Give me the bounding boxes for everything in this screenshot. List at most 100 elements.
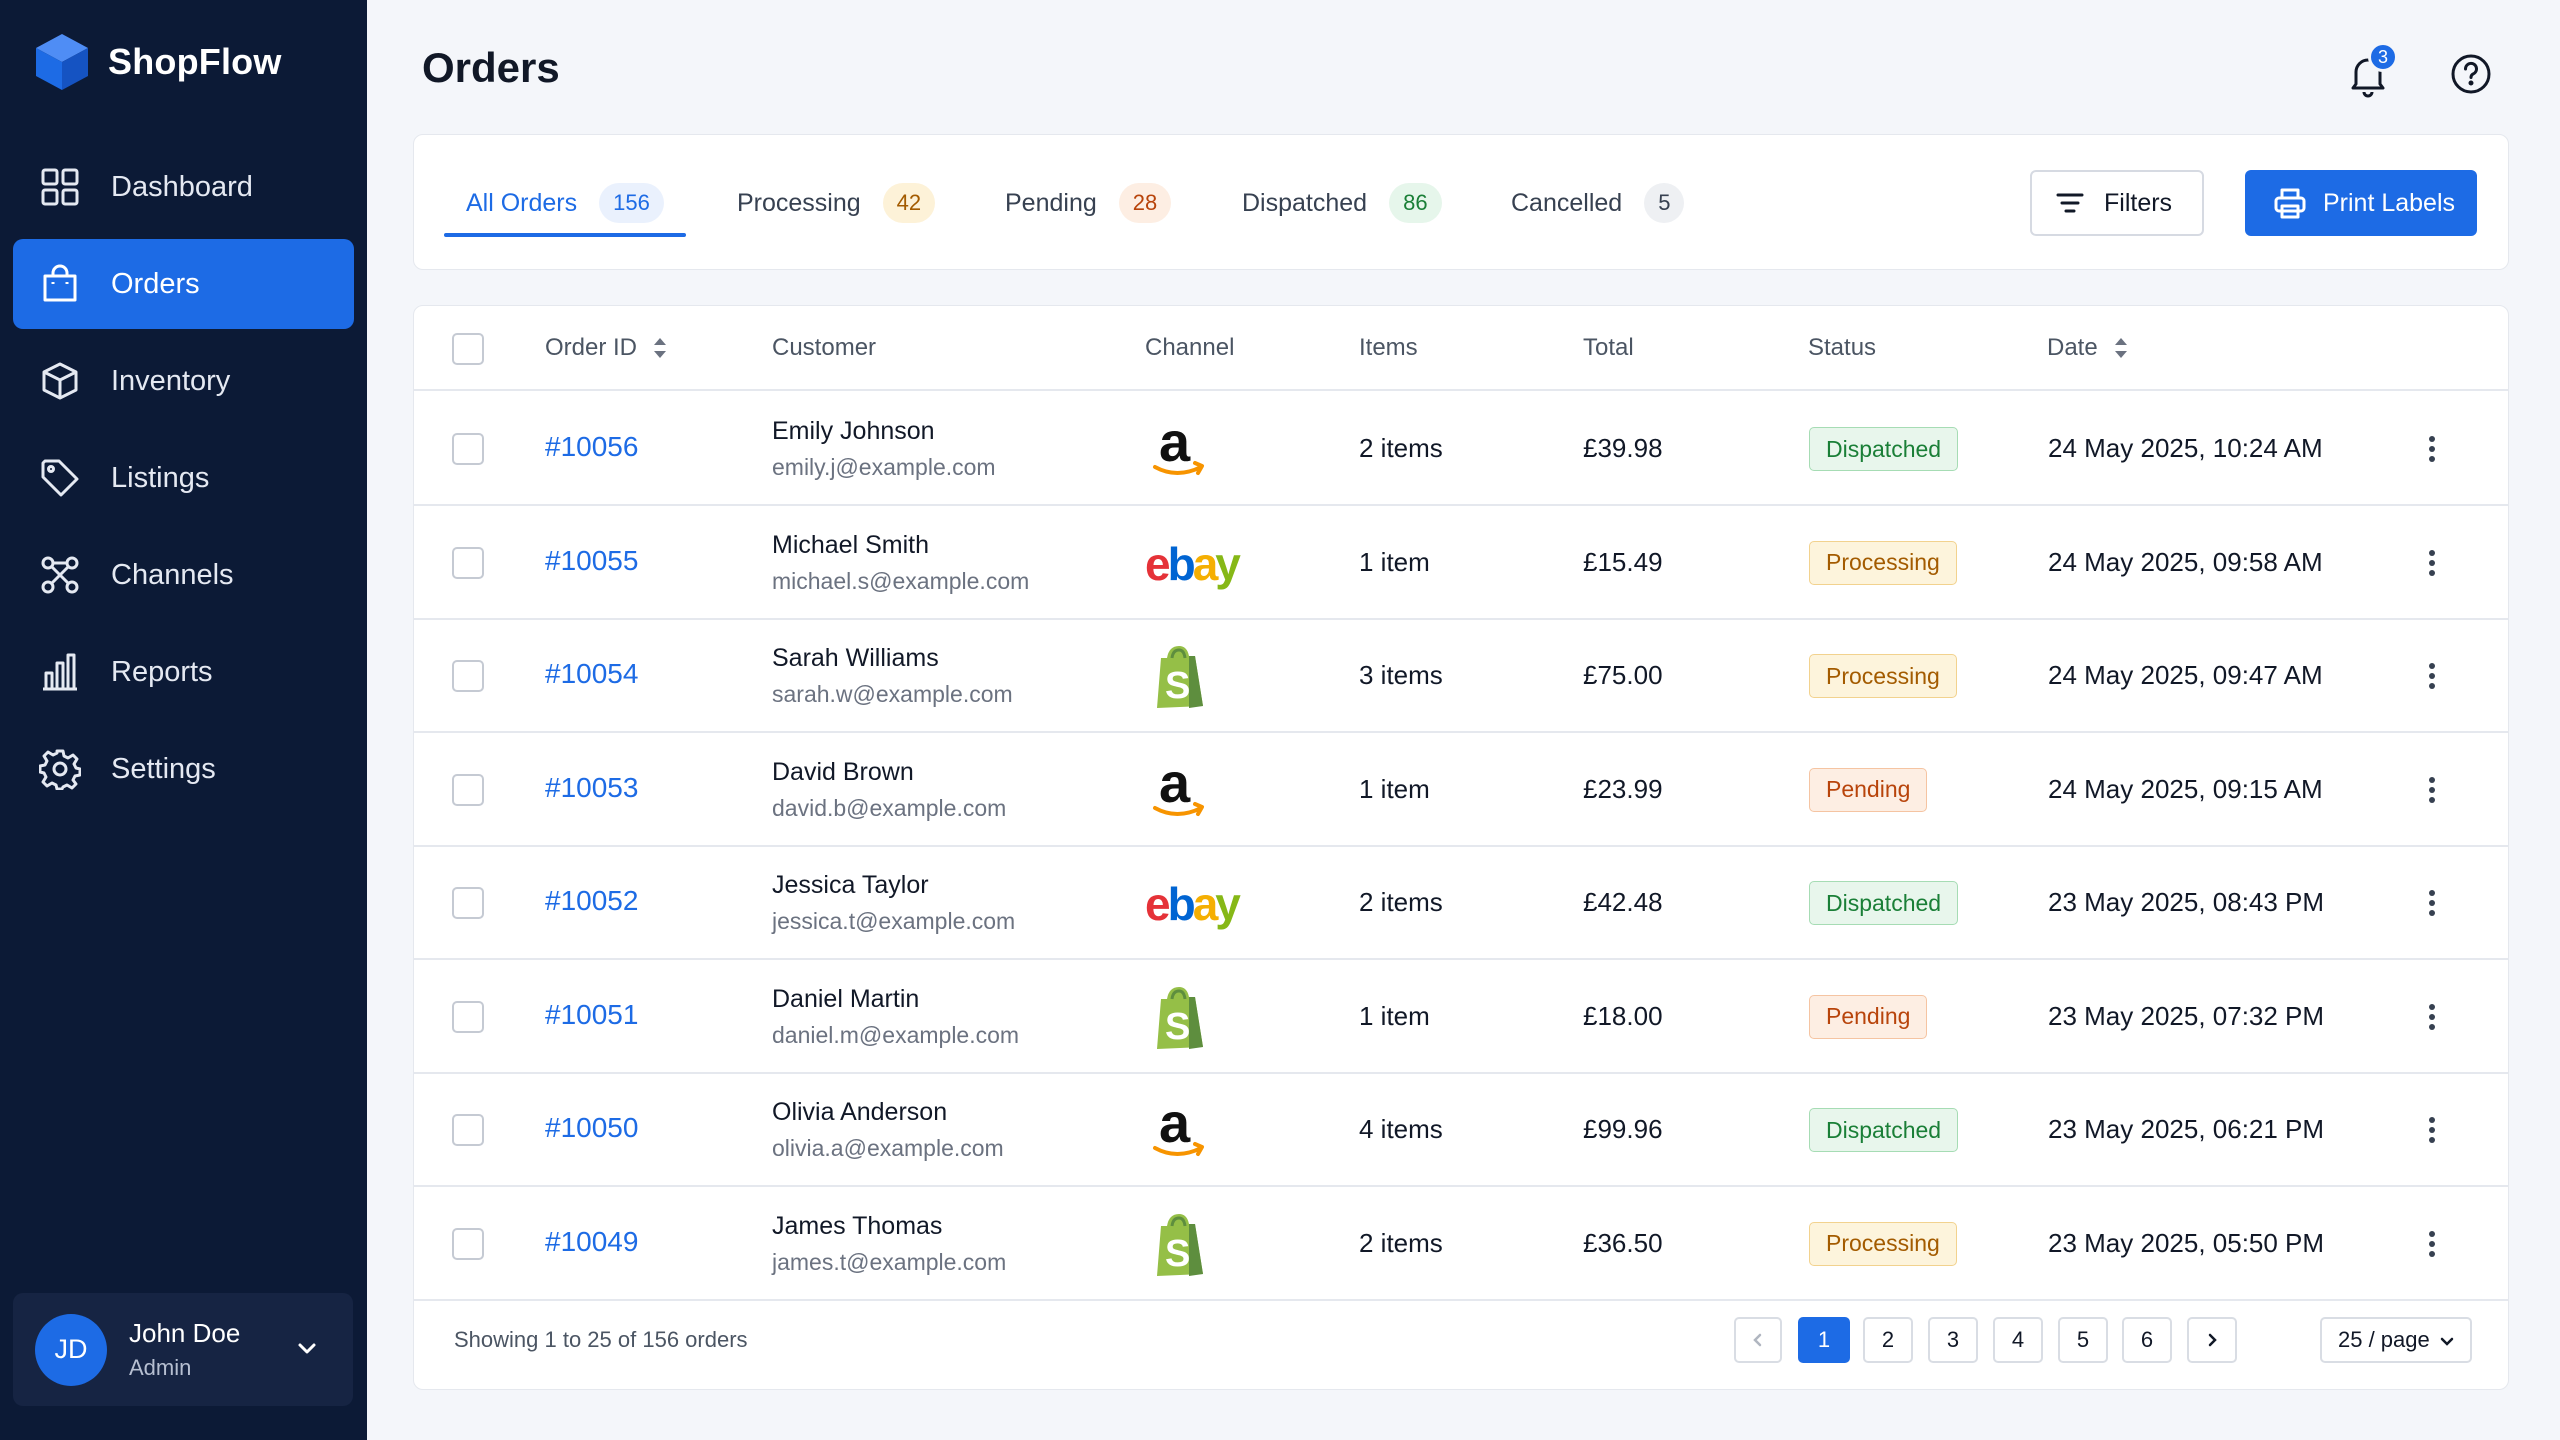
row-actions-button[interactable] (2412, 770, 2452, 810)
page-button-4[interactable]: 4 (1993, 1317, 2043, 1363)
sidebar-item-inventory[interactable]: Inventory (13, 336, 354, 426)
sidebar-item-label: Listings (111, 461, 210, 494)
order-total: £15.49 (1583, 546, 1663, 577)
sidebar-item-reports[interactable]: Reports (13, 627, 354, 717)
sidebar-item-label: Reports (111, 655, 213, 688)
help-button[interactable] (2449, 52, 2493, 96)
order-date: 24 May 2025, 09:15 AM (2048, 773, 2323, 804)
row-checkbox[interactable] (452, 1227, 484, 1260)
brand[interactable]: ShopFlow (34, 30, 282, 94)
user-role: Admin (129, 1355, 192, 1380)
sidebar-item-label: Channels (111, 558, 234, 591)
order-id-link[interactable]: #10055 (545, 545, 638, 577)
page-size-select[interactable]: 25 / page (2320, 1317, 2472, 1363)
order-id-link[interactable]: #10049 (545, 1226, 638, 1258)
sidebar-item-listings[interactable]: Listings (13, 433, 354, 523)
table-row[interactable]: #10054 Sarah Williams sarah.w@example.co… (414, 620, 2508, 733)
sidebar-item-channels[interactable]: Channels (13, 530, 354, 620)
shopping-bag-icon (43, 264, 77, 302)
row-actions-button[interactable] (2412, 543, 2452, 583)
customer-email: david.b@example.com (772, 794, 1007, 821)
sidebar-nav: Dashboard Orders Inventory Listings Chan… (13, 142, 354, 821)
chevron-left-icon (1753, 1333, 1762, 1347)
status-badge: Pending (1809, 994, 1928, 1039)
tab-label: Dispatched (1242, 188, 1368, 217)
next-page-button[interactable] (2187, 1317, 2237, 1363)
page-button-1[interactable]: 1 (1798, 1317, 1850, 1363)
order-id-link[interactable]: #10056 (545, 431, 638, 463)
page-button-3[interactable]: 3 (1928, 1317, 1978, 1363)
customer-email: daniel.m@example.com (772, 1021, 1020, 1048)
row-checkbox[interactable] (452, 1000, 484, 1033)
shopify-logo-icon: S (1157, 646, 1203, 708)
order-id-link[interactable]: #10054 (545, 658, 638, 690)
filter-icon (2056, 193, 2084, 213)
status-badge: Pending (1809, 767, 1928, 812)
tab-dispatched[interactable]: Dispatched 86 (1242, 173, 1442, 233)
tab-cancelled[interactable]: Cancelled 5 (1511, 173, 1685, 233)
dashboard-grid-icon (41, 168, 79, 206)
table-row[interactable]: #10050 Olivia Anderson olivia.a@example.… (414, 1074, 2508, 1187)
row-actions-button[interactable] (2412, 429, 2452, 469)
notification-count-badge: 3 (2368, 42, 2398, 72)
svg-text:a: a (1159, 417, 1191, 473)
row-checkbox[interactable] (452, 660, 484, 692)
page-button-2[interactable]: 2 (1863, 1317, 1913, 1363)
user-menu[interactable]: JD John Doe Admin (13, 1293, 353, 1406)
customer-email: michael.s@example.com (772, 567, 1030, 594)
box-icon (42, 362, 78, 400)
table-row[interactable]: #10049 James Thomas james.t@example.com … (414, 1188, 2508, 1301)
more-vertical-icon (2429, 436, 2435, 462)
order-id-link[interactable]: #10050 (545, 1112, 638, 1144)
page-button-5[interactable]: 5 (2058, 1317, 2108, 1363)
order-total: £18.00 (1583, 1000, 1663, 1031)
page-button-6[interactable]: 6 (2122, 1317, 2172, 1363)
table-row[interactable]: #10051 Daniel Martin daniel.m@example.co… (414, 961, 2508, 1074)
row-actions-button[interactable] (2412, 997, 2452, 1037)
order-id-link[interactable]: #10051 (545, 999, 638, 1031)
select-all-checkbox[interactable] (452, 333, 484, 365)
print-labels-button[interactable]: Print Labels (2245, 170, 2477, 236)
row-actions-button[interactable] (2412, 883, 2452, 923)
column-header-order-id[interactable]: Order ID (545, 334, 669, 362)
row-checkbox[interactable] (452, 1114, 484, 1146)
item-count: 1 item (1359, 546, 1430, 577)
row-actions-button[interactable] (2412, 656, 2452, 696)
column-label: Date (2047, 334, 2098, 361)
order-id-link[interactable]: #10053 (545, 772, 638, 804)
row-checkbox[interactable] (452, 433, 484, 465)
sidebar-item-label: Inventory (111, 364, 231, 397)
tab-label: All Orders (466, 188, 578, 217)
sidebar-item-label: Orders (111, 267, 200, 300)
sidebar-item-orders[interactable]: Orders (13, 239, 354, 329)
sidebar-item-settings[interactable]: Settings (13, 724, 354, 814)
row-checkbox[interactable] (452, 773, 484, 806)
customer-email: james.t@example.com (772, 1248, 1007, 1275)
table-row[interactable]: #10053 David Brown david.b@example.com a… (414, 734, 2508, 847)
notifications-button[interactable]: 3 (2346, 42, 2398, 98)
tab-pending[interactable]: Pending 28 (1005, 173, 1172, 233)
column-header-items: Items (1359, 334, 1418, 361)
column-header-date[interactable]: Date (2047, 334, 2130, 362)
tab-label: Pending (1005, 188, 1097, 217)
order-date: 23 May 2025, 07:32 PM (2048, 1000, 2325, 1031)
row-checkbox[interactable] (452, 887, 484, 919)
tab-processing[interactable]: Processing 42 (737, 173, 936, 233)
row-actions-button[interactable] (2412, 1224, 2452, 1264)
amazon-logo-icon: a (1153, 758, 1204, 816)
prev-page-button[interactable] (1734, 1317, 1782, 1363)
svg-text:a: a (1159, 1098, 1191, 1154)
tab-all-orders[interactable]: All Orders 156 (466, 173, 664, 233)
filters-button[interactable]: Filters (2030, 170, 2204, 236)
channel-logo: a (1145, 1098, 1255, 1164)
status-badge: Processing (1809, 654, 1957, 698)
table-row[interactable]: #10055 Michael Smith michael.s@example.c… (414, 507, 2508, 620)
sidebar-item-dashboard[interactable]: Dashboard (13, 142, 354, 232)
order-id-link[interactable]: #10052 (545, 885, 638, 917)
table-row[interactable]: #10056 Emily Johnson emily.j@example.com… (414, 393, 2508, 506)
sidebar-item-label: Settings (111, 752, 216, 785)
table-row[interactable]: #10052 Jessica Taylor jessica.t@example.… (414, 847, 2508, 960)
row-actions-button[interactable] (2412, 1110, 2452, 1150)
row-checkbox[interactable] (452, 546, 484, 579)
more-vertical-icon (2429, 1117, 2435, 1143)
